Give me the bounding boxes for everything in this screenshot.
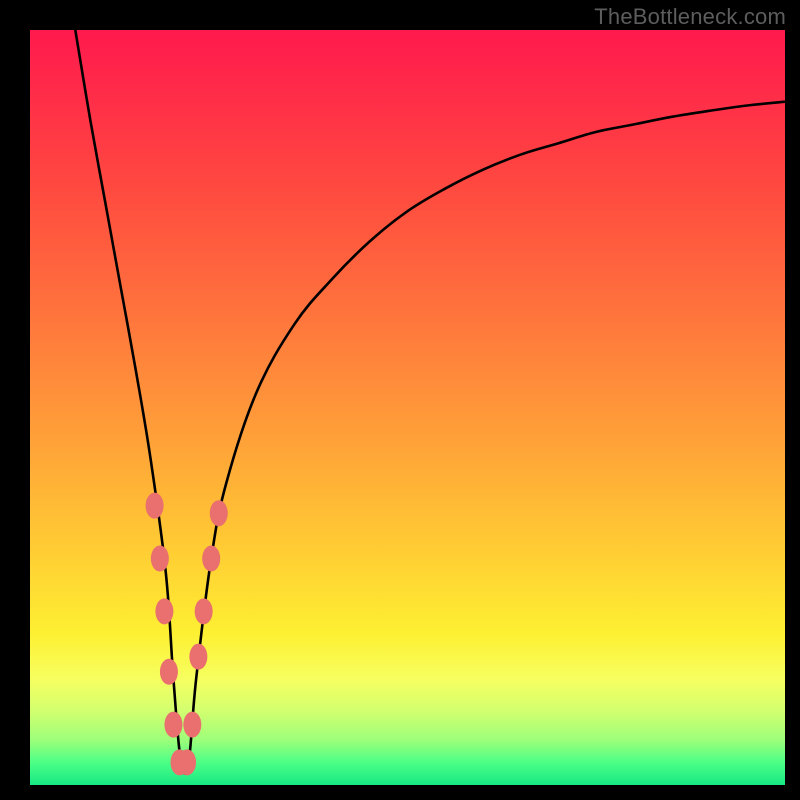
data-point-marker	[155, 598, 173, 624]
data-point-marker	[202, 546, 220, 572]
data-point-marker	[160, 659, 178, 685]
data-point-marker	[189, 644, 207, 670]
data-point-marker	[183, 712, 201, 738]
data-point-marker	[178, 749, 196, 775]
chart-frame: TheBottleneck.com	[0, 0, 800, 800]
bottleneck-curve-path	[75, 30, 785, 774]
data-point-marker	[195, 598, 213, 624]
data-point-marker	[146, 493, 164, 519]
data-point-marker	[210, 500, 228, 526]
plot-area	[30, 30, 785, 785]
bottleneck-curve-svg	[30, 30, 785, 785]
data-point-marker	[151, 546, 169, 572]
watermark-text: TheBottleneck.com	[594, 4, 786, 30]
data-point-marker	[164, 712, 182, 738]
